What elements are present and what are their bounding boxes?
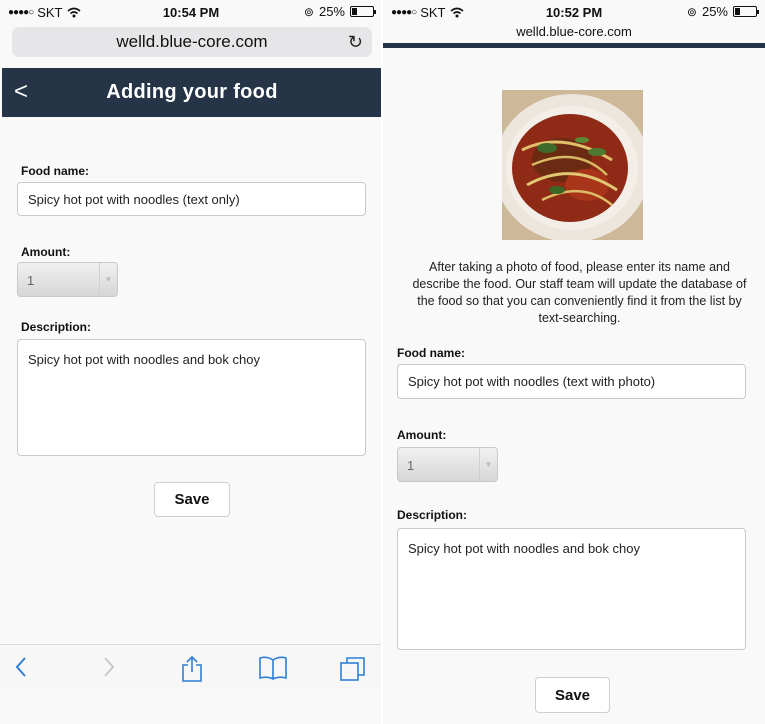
amount-value: 1: [407, 458, 415, 473]
chevron-down-icon: ▼: [99, 263, 117, 296]
address-bar[interactable]: welld.blue-core.com ↻: [12, 27, 372, 57]
status-bar: ●●●●○ SKT 10:52 PM ⊚ 25%: [383, 0, 765, 24]
back-icon[interactable]: [14, 655, 28, 684]
food-photo: [502, 90, 643, 240]
reload-icon[interactable]: ↻: [348, 32, 363, 53]
forward-icon: [102, 655, 116, 684]
save-button[interactable]: Save: [154, 482, 230, 517]
status-bar: ●●●●○ SKT 10:54 PM ⊚ 25%: [0, 0, 382, 24]
battery-icon: [733, 6, 759, 17]
description-label: Description:: [21, 320, 92, 334]
chevron-down-icon: ▼: [479, 448, 497, 481]
url-text[interactable]: welld.blue-core.com: [383, 24, 765, 39]
description-textarea[interactable]: Spicy hot pot with noodles and bok choy: [397, 528, 746, 650]
url-text: welld.blue-core.com: [116, 32, 268, 51]
battery-percent: 25%: [701, 4, 728, 19]
amount-select[interactable]: 1 ▼: [397, 447, 498, 482]
bookmarks-icon[interactable]: [258, 655, 288, 686]
description-label: Description:: [397, 508, 468, 522]
left-phone-screen: ●●●●○ SKT 10:54 PM ⊚ 25% welld.blue-core…: [0, 0, 382, 724]
orientation-lock-icon: ⊚: [303, 4, 314, 19]
page-header: < Adding your food: [2, 68, 382, 117]
description-textarea[interactable]: Spicy hot pot with noodles and bok choy: [17, 339, 366, 456]
food-name-label: Food name:: [21, 164, 89, 178]
battery-percent: 25%: [318, 4, 345, 19]
food-name-input[interactable]: Spicy hot pot with noodles (text with ph…: [397, 364, 746, 399]
save-button[interactable]: Save: [535, 677, 610, 713]
amount-value: 1: [27, 273, 35, 288]
amount-label: Amount:: [397, 428, 447, 442]
tabs-icon[interactable]: [339, 655, 367, 688]
food-name-input[interactable]: Spicy hot pot with noodles (text only): [17, 182, 366, 216]
page-header: [383, 43, 765, 48]
instructions-text: After taking a photo of food, please ent…: [412, 260, 747, 325]
browser-toolbar: [0, 644, 382, 690]
food-name-label: Food name:: [397, 346, 465, 360]
share-icon[interactable]: [180, 655, 204, 688]
battery-icon: [350, 6, 376, 17]
page-title: Adding your food: [106, 81, 278, 103]
right-phone-screen: ●●●●○ SKT 10:52 PM ⊚ 25% welld.blue-core…: [383, 0, 765, 724]
orientation-lock-icon: ⊚: [686, 4, 697, 19]
amount-label: Amount:: [21, 245, 71, 259]
amount-select[interactable]: 1 ▼: [17, 262, 118, 297]
